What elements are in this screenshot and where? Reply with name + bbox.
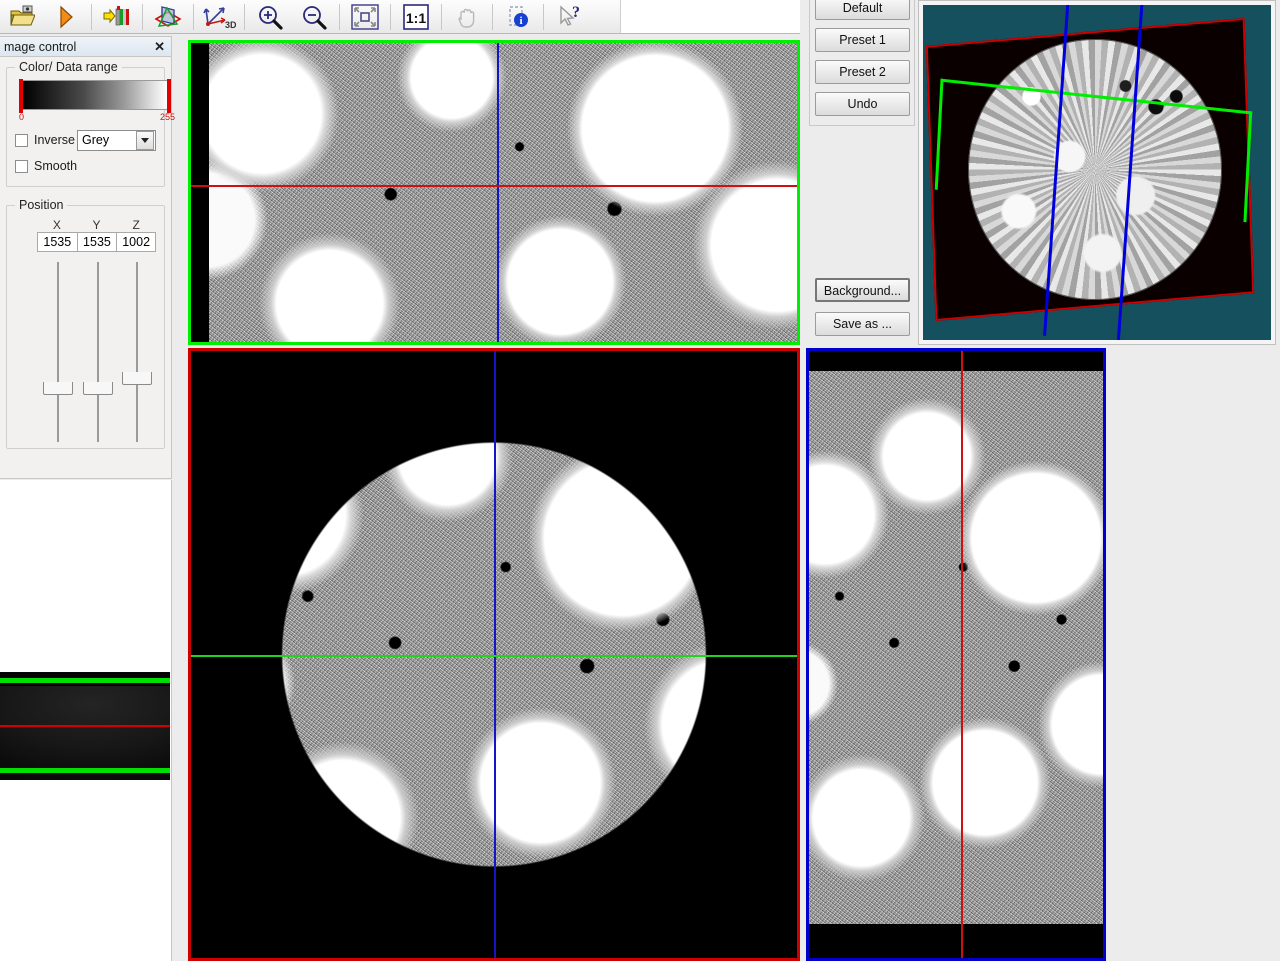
smooth-label: Smooth [34,159,77,173]
sagittal-slice-image [806,363,1106,946]
palette-select[interactable]: Grey [77,130,156,151]
toolbar-separator [492,4,493,30]
axial-slice-view[interactable] [188,348,800,961]
preset-2-button[interactable]: Preset 2 [815,60,910,84]
svg-text:3D: 3D [225,20,236,30]
page-title: mage control [4,40,76,54]
position-group: Position X Y Z 1535 1535 1002 [6,205,165,449]
colorbar-min-label: 0 [19,112,24,122]
coronal-vertical-crosshair[interactable] [497,43,499,342]
color-channels-icon[interactable] [95,1,139,33]
toolbar-separator [390,4,391,30]
color-range-slider[interactable]: 0 255 [15,80,156,124]
scout-slice-marker-line[interactable] [0,725,170,727]
scout-top-boundary-line[interactable] [0,678,170,683]
sagittal-vertical-crosshair[interactable] [961,351,963,958]
fit-to-window-icon[interactable] [343,1,387,33]
slider-track [97,262,99,442]
position-x-input[interactable]: 1535 [37,232,77,252]
hand-pan-icon[interactable] [445,1,489,33]
position-sliders [37,262,156,442]
application-window: 3D [0,0,1280,961]
position-value-fields: 1535 1535 1002 [37,232,156,252]
axis-label-z: Z [116,218,156,232]
slider-track [57,262,59,442]
position-y-input[interactable]: 1535 [77,232,117,252]
slider-thumb[interactable] [122,372,152,385]
coronal-horizontal-crosshair[interactable] [191,185,797,187]
position-y-slider[interactable] [77,262,117,442]
save-as-button[interactable]: Save as ... [815,312,910,336]
position-x-slider[interactable] [37,262,77,442]
axis-headers: X Y Z [37,218,156,232]
colorbar-labels: 0 255 [19,112,175,122]
color-data-range-legend: Color/ Data range [15,60,122,74]
background-button[interactable]: Background... [815,278,910,302]
svg-text:i: i [519,15,522,27]
position-legend: Position [15,198,67,212]
svg-text:1:1: 1:1 [406,10,426,26]
coronal-left-margin [191,43,209,342]
default-button[interactable]: Default [815,0,910,20]
colorbar-max-label: 255 [160,112,175,122]
slider-thumb[interactable] [43,382,73,395]
color-data-range-group: Color/ Data range 0 255 Inverse Grey [6,67,165,187]
sagittal-top-margin [809,351,1103,371]
pointer-question-icon[interactable]: ? [547,1,591,33]
coronal-slice-view[interactable] [188,40,800,345]
oblique-planes-icon[interactable] [146,1,190,33]
open-folder-icon[interactable] [0,1,44,33]
toolbar-separator [142,4,143,30]
svg-text:?: ? [572,4,580,21]
sagittal-bottom-margin [809,924,1103,958]
three-d-viewport-frame [918,0,1276,345]
toolbar-empty-area [620,0,800,33]
main-toolbar: 3D [0,0,800,34]
toolbar-separator [193,4,194,30]
slider-track [136,262,138,442]
axial-horizontal-crosshair[interactable] [191,655,797,657]
play-triangle-icon[interactable] [44,1,88,33]
smooth-checkbox[interactable] [15,160,28,173]
scout-preview[interactable] [0,672,170,780]
close-icon[interactable]: ✕ [154,40,165,53]
smooth-row: Smooth [15,156,156,176]
undo-button[interactable]: Undo [815,92,910,116]
toolbar-separator [441,4,442,30]
scout-bottom-boundary-line[interactable] [0,768,170,773]
slider-thumb[interactable] [83,382,113,395]
inverse-label: Inverse [34,133,75,147]
axes-3d-icon[interactable]: 3D [197,1,241,33]
one-to-one-icon[interactable]: 1:1 [394,1,438,33]
axis-label-y: Y [77,218,117,232]
inverse-row: Inverse Grey [15,130,156,150]
coronal-slice-image [188,40,800,345]
colorbar-max-handle[interactable] [167,79,171,113]
toolbar-separator [339,4,340,30]
inverse-checkbox[interactable] [15,134,28,147]
axis-label-x: X [37,218,77,232]
chevron-down-icon[interactable] [136,131,154,150]
panel-title-bar: mage control ✕ [0,37,171,57]
colorbar-gradient [21,80,169,110]
toolbar-separator [244,4,245,30]
info-document-icon[interactable]: i [496,1,540,33]
magnifier-plus-icon[interactable] [248,1,292,33]
palette-select-value: Grey [82,133,109,147]
three-d-render-view[interactable] [923,5,1271,340]
preset-1-button[interactable]: Preset 1 [815,28,910,52]
magnifier-minus-icon[interactable] [292,1,336,33]
position-z-slider[interactable] [116,262,156,442]
sagittal-slice-view[interactable] [806,348,1106,961]
position-z-input[interactable]: 1002 [116,232,156,252]
image-control-panel: mage control ✕ Color/ Data range 0 255 I… [0,36,172,479]
toolbar-separator [91,4,92,30]
toolbar-separator [543,4,544,30]
colorbar-min-handle[interactable] [19,79,23,113]
preset-button-column: Default Preset 1 Preset 2 Undo Backgroun… [805,0,917,345]
